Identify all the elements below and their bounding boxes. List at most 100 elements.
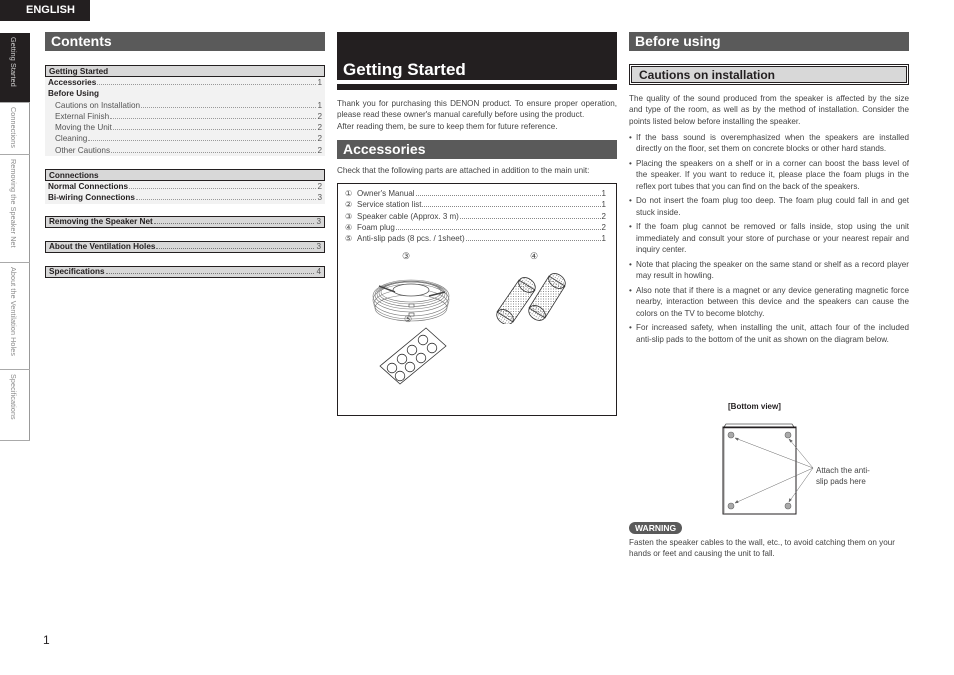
side-tab-removing-speaker-net[interactable]: Removing the Speaker Net	[0, 155, 30, 263]
toc-page: 1	[317, 78, 322, 87]
toc-entry-ventilation-holes[interactable]: About the Ventilation Holes 3	[45, 240, 325, 253]
item-label: Speaker cable (Approx. 3 m)	[357, 211, 459, 221]
toc-entry-specifications[interactable]: Specifications 4	[45, 265, 325, 278]
accessories-box: ① Owner's Manual 1 ② Service station list 1 …	[337, 183, 617, 417]
caution-item: Note that placing the speaker on the sam…	[629, 259, 909, 282]
language-tab: ENGLISH	[0, 0, 90, 21]
leader-dots	[395, 229, 601, 231]
leader-dots	[110, 117, 317, 119]
accessory-item: ② Service station list 1	[345, 199, 606, 210]
toc-entry[interactable]: Moving the Unit 2	[45, 122, 325, 133]
pad-callout-line-1: Attach the anti-	[816, 466, 870, 475]
leader-dots	[422, 206, 601, 208]
foam-plug-illustration	[496, 273, 566, 325]
side-tab-ventilation-holes[interactable]: About the Ventilation Holes	[0, 263, 30, 370]
item-qty: 2	[601, 211, 606, 221]
leader-dots	[153, 222, 315, 224]
toc-label: Bi-wiring Connections	[48, 193, 135, 203]
toc-label: Cleaning	[55, 134, 88, 144]
toc-label: Normal Connections	[48, 182, 129, 192]
pad-callout: Attach the anti- slip pads here	[816, 465, 870, 487]
side-tab-label: Removing the Speaker Net	[9, 159, 18, 248]
item-qty: 1	[601, 234, 606, 244]
leader-dots	[415, 195, 601, 197]
toc-label: Before Using	[48, 89, 99, 99]
toc-page: 2	[317, 145, 322, 155]
toc-page: 2	[317, 123, 322, 133]
toc-group-header[interactable]: Getting Started	[45, 65, 325, 77]
toc-entry[interactable]: Cautions on Installation 1	[45, 100, 325, 111]
cautions-list: If the bass sound is overemphasized when…	[629, 132, 909, 345]
item-qty: 1	[601, 189, 606, 199]
leader-dots	[129, 188, 317, 190]
toc-page: 2	[317, 111, 322, 121]
side-tab-label: Getting Started	[9, 37, 18, 87]
side-tab-label: Connections	[9, 107, 18, 149]
leader-dots	[112, 129, 317, 131]
leader-dots	[465, 240, 601, 242]
toc-page: 3	[316, 241, 321, 251]
toc-entry[interactable]: Cleaning 2	[45, 133, 325, 144]
toc-label: Accessories	[48, 78, 97, 87]
toc-label: Cautions on Installation	[55, 100, 141, 110]
leader-dots	[105, 272, 315, 274]
item-number: ③	[345, 211, 353, 221]
item-label: Owner's Manual	[357, 189, 415, 199]
bottom-view-diagram: [Bottom view] Attach the anti- slip pads…	[629, 402, 909, 522]
toc-group-getting-started: Getting Started Accessories 1 Before Usin…	[45, 65, 325, 157]
toc-page: 1	[317, 100, 322, 110]
item-label: Anti-slip pads (8 pcs. / 1sheet)	[357, 234, 465, 244]
leader-dots	[97, 84, 317, 85]
before-using-title: Before using	[629, 32, 909, 51]
toc-page: 3	[316, 216, 321, 226]
item-number: ④	[345, 223, 353, 233]
accessory-item: ① Owner's Manual 1	[345, 188, 606, 199]
foam-illustration-label: ④	[530, 251, 539, 262]
toc-entry[interactable]: External Finish 2	[45, 111, 325, 122]
side-tab-specifications[interactable]: Specifications	[0, 370, 30, 441]
toc-label: Specifications	[49, 266, 105, 276]
toc-page: 2	[317, 182, 322, 192]
leader-dots	[141, 106, 317, 108]
item-qty: 2	[601, 223, 606, 233]
toc-label: Removing the Speaker Net	[49, 216, 153, 226]
toc-entry[interactable]: Other Cautions 2	[45, 145, 325, 156]
toc-entry-removing-speaker-net[interactable]: Removing the Speaker Net 3	[45, 215, 325, 228]
toc-group-header[interactable]: Connections	[45, 169, 325, 182]
side-tab-label: Specifications	[9, 374, 18, 420]
speaker-bottom-diagram	[722, 423, 814, 515]
before-using-section: Before using Cautions on installation Th…	[629, 32, 909, 558]
getting-started-banner: Getting Started	[337, 32, 617, 80]
toc-entry[interactable]: Before Using	[45, 88, 325, 99]
toc-page: 4	[316, 266, 321, 276]
toc-entry[interactable]: Accessories 1	[45, 77, 325, 88]
toc-entry[interactable]: Bi-wiring Connections 3	[45, 192, 325, 203]
toc-page: 2	[317, 134, 322, 144]
toc-label: Other Cautions	[55, 145, 111, 155]
item-label: Service station list	[357, 200, 422, 210]
side-tab-label: About the Ventilation Holes	[9, 267, 18, 357]
bottom-view-label: [Bottom view]	[728, 402, 781, 411]
toc-label: External Finish	[55, 111, 110, 121]
getting-started-title: Getting Started	[343, 60, 466, 79]
cautions-title: Cautions on installation	[631, 66, 907, 83]
item-number: ⑤	[345, 234, 353, 244]
item-label: Foam plug	[357, 223, 395, 233]
pad-callout-line-2: slip pads here	[816, 477, 866, 486]
leader-dots	[111, 151, 317, 153]
caution-item: If the foam plug cannot be removed or fa…	[629, 221, 909, 255]
accessory-item: ③ Speaker cable (Approx. 3 m) 2	[345, 211, 606, 222]
side-tab-getting-started[interactable]: Getting Started	[0, 33, 30, 103]
banner-rule	[337, 84, 617, 90]
caution-item: If the bass sound is overemphasized when…	[629, 132, 909, 155]
cable-illustration-label: ③	[402, 251, 411, 262]
side-tab-connections[interactable]: Connections	[0, 103, 30, 155]
contents-section: Contents Getting Started Accessories 1 Be…	[45, 32, 325, 278]
caution-item: For increased safety, when installing th…	[629, 322, 909, 345]
toc-entry[interactable]: Normal Connections 2	[45, 181, 325, 192]
accessories-title: Accessories	[337, 139, 617, 159]
warning-text: Fasten the speaker cables to the wall, e…	[629, 538, 895, 559]
leader-dots	[459, 217, 601, 219]
toc-label: About the Ventilation Holes	[49, 241, 156, 251]
accessories-text: Check that the following parts are attac…	[337, 165, 590, 175]
